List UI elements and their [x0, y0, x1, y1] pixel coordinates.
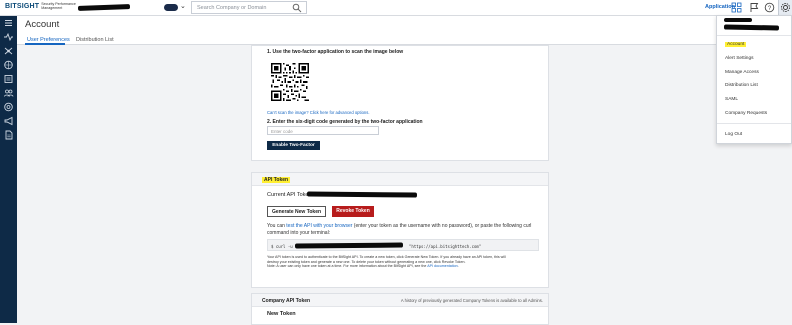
note-3-prefix: Note: A user can only have one token at …	[267, 264, 428, 268]
company-token-panel: Company API Token A history of previousl…	[251, 293, 549, 325]
curl-command-box[interactable]: $ curl -u "https://api.bitsighttech.com"	[267, 239, 539, 251]
instructions-prefix: You can	[267, 223, 287, 229]
gear-icon	[781, 3, 790, 12]
note-line-3: Note: A user can only have one token at …	[267, 264, 547, 269]
activity-icon[interactable]	[3, 32, 14, 42]
menu-divider	[717, 123, 791, 124]
two-factor-code-field[interactable]: Enter code	[267, 126, 379, 135]
menu-item-company-requests[interactable]: Company Requests	[725, 111, 767, 116]
company-token-header: Company API Token A history of previousl…	[252, 294, 548, 307]
logo-subtitle: Security Performance Management	[41, 2, 76, 10]
menu-item-account-label: Account	[725, 42, 747, 47]
page-title: Account	[25, 19, 60, 30]
revoke-token-button[interactable]: Revoke Token	[332, 206, 374, 217]
page-header: Account User Preferences Distribution Li…	[17, 16, 792, 45]
reports-icon[interactable]	[3, 74, 14, 84]
curl-url: "https://api.bitsighttech.com"	[409, 243, 482, 249]
search-bar[interactable]: Search Company or Domain	[191, 1, 307, 14]
two-factor-step-1: 1. Use the two-factor application to sca…	[267, 49, 404, 55]
network-icon[interactable]	[3, 46, 14, 56]
api-token-panel: API Token Current API Token: Generate Ne…	[251, 172, 549, 288]
company-token-title: Company API Token	[262, 297, 311, 304]
grid-apps-icon[interactable]	[731, 2, 742, 13]
test-api-link[interactable]: test the API with your browser	[286, 223, 352, 229]
redacted-company-name	[77, 4, 131, 11]
menu-item-alert-settings[interactable]: Alert Settings	[725, 56, 754, 61]
active-tab-indicator	[25, 43, 65, 45]
settings-button[interactable]	[778, 0, 792, 16]
document-icon[interactable]	[3, 130, 14, 140]
menu-item-account[interactable]: Account	[725, 42, 747, 47]
svg-text:?: ?	[768, 6, 772, 12]
redacted-api-token	[306, 191, 418, 198]
tab-distribution-list[interactable]: Distribution List	[76, 37, 114, 43]
chevron-down-icon[interactable]: ⌄	[180, 2, 186, 10]
megaphone-icon[interactable]	[3, 116, 14, 126]
qr-code-image	[271, 63, 309, 101]
left-sidebar	[0, 16, 17, 323]
company-token-history-note: A history of previously generated Compan…	[400, 298, 543, 303]
target-icon[interactable]	[3, 102, 14, 112]
menu-divider	[717, 35, 791, 36]
menu-item-distribution-list[interactable]: Distribution List	[725, 83, 758, 88]
bitsight-logo[interactable]: BITSIGHT Security Performance Management	[5, 2, 77, 10]
api-token-header: API Token	[252, 173, 548, 186]
note-3-suffix: .	[457, 264, 459, 268]
api-instructions: You can test the API with your browser (…	[267, 223, 542, 236]
enable-two-factor-button[interactable]: Enable Two-Factor	[267, 141, 320, 150]
menu-item-log-out[interactable]: Log Out	[725, 132, 742, 137]
two-factor-step-2: 2. Enter the six-digit code generated by…	[267, 119, 423, 125]
search-input[interactable]: Search Company or Domain	[197, 5, 266, 11]
api-documentation-link[interactable]: API documentation	[427, 264, 457, 268]
advanced-options-link[interactable]: Can't scan the image? Click here for adv…	[267, 110, 370, 115]
api-token-title: API Token	[262, 177, 291, 183]
globe-icon[interactable]	[3, 60, 14, 70]
note-line-1: Your API token is used to authenticate t…	[267, 255, 506, 259]
redacted-curl-token	[294, 242, 404, 249]
menu-icon[interactable]	[3, 18, 14, 28]
redacted-user-email	[723, 24, 780, 31]
menu-item-manage-access[interactable]: Manage Access	[725, 70, 759, 75]
generate-token-button[interactable]: Generate New Token	[267, 206, 326, 217]
users-icon[interactable]	[3, 88, 14, 98]
menu-item-saml[interactable]: SAML	[725, 97, 738, 102]
flag-icon[interactable]	[749, 2, 760, 13]
top-bar: BITSIGHT Security Performance Management…	[0, 0, 792, 16]
redacted-user-name	[724, 18, 752, 22]
search-icon[interactable]	[292, 3, 302, 13]
curl-prefix: $ curl -u	[271, 243, 293, 249]
api-token-note: Your API token is used to authenticate t…	[267, 255, 547, 269]
new-token-heading: New Token	[267, 311, 296, 317]
user-menu-dropdown: Account Alert Settings Manage Access Dis…	[716, 15, 792, 144]
logo-wordmark: BITSIGHT	[5, 2, 40, 10]
company-selector-pill[interactable]	[164, 4, 178, 11]
code-field-placeholder: Enter code	[271, 128, 293, 134]
help-icon[interactable]: ?	[764, 2, 775, 13]
